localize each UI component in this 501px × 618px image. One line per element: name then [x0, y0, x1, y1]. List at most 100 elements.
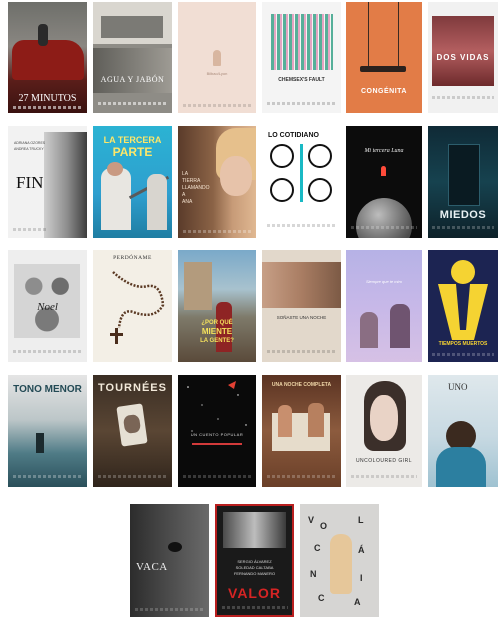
poster-agua-y-jabon[interactable]: AGUA Y JABÓN [93, 2, 172, 113]
couple-photo [262, 262, 341, 308]
poster-vaca[interactable]: VACA [130, 504, 209, 617]
poster-volcanica[interactable]: V O L C Á N I C A [300, 504, 379, 617]
title-letter-3: L [358, 515, 364, 525]
small-figure [213, 50, 221, 66]
rocket-icon [381, 166, 386, 176]
title-line2: MIENTE [201, 327, 233, 336]
face-icon-1 [270, 144, 294, 168]
figure-right [308, 403, 324, 437]
credits-block [432, 226, 494, 229]
poster-title-line2: PARTE [112, 145, 153, 159]
poster-title: VACA [136, 561, 168, 573]
woman-face [220, 156, 252, 196]
poster-photo [432, 16, 494, 86]
poster-title: AGUA Y JABÓN [100, 75, 165, 84]
credits-block [12, 106, 83, 109]
swing-rope-right [398, 2, 399, 66]
poster-congenita[interactable]: CONGÉNITA [346, 2, 422, 113]
poster-title: UNA NOCHE COMPLETA [271, 382, 332, 388]
title-letter-8: C [318, 593, 325, 603]
woman-figure [330, 534, 352, 594]
poster-lo-cotidiano[interactable]: LO COTIDIANO [262, 126, 341, 238]
poster-una-noche-completa[interactable]: UNA NOCHE COMPLETA [262, 375, 341, 487]
cast-name-1: ADRIANA OZORES [14, 141, 46, 145]
credits-block [182, 104, 252, 107]
poster-siempre-que-te-miro[interactable]: Siempre que te miro [346, 250, 422, 362]
poster-por-que-miente-la-gente[interactable]: ¿POR QUÉ MIENTE LA GENTE? [178, 250, 256, 362]
credits-block [266, 475, 337, 478]
church-tower [184, 262, 212, 310]
poster-title: Mi tercera Luna [364, 148, 404, 154]
poster-chemsexs-fault[interactable]: CHEMSEX'S FAULT [262, 2, 341, 113]
credits-block [97, 102, 168, 105]
poster-miedos[interactable]: MIEDOS [428, 126, 498, 238]
poster-title: 27 MINUTOS [18, 93, 77, 104]
title-letter-9: A [354, 597, 361, 607]
credits-block [134, 608, 205, 611]
poster-fin[interactable]: ADRIANA OZORES ANDREA TRUCKY FIN [8, 126, 87, 238]
poster-perdoname[interactable]: PERDÓNAME [93, 250, 172, 362]
poster-title: CONGÉNITA [361, 88, 407, 95]
poster-title: VALOR [228, 585, 281, 601]
red-car [12, 40, 84, 80]
pattern-grid-overlay [271, 14, 333, 70]
credits-block [182, 230, 252, 233]
credits-block [266, 102, 337, 105]
poster-la-tercera-parte[interactable]: LA TERCERA PARTE [93, 126, 172, 238]
title-letter-4: C [314, 543, 321, 553]
dark-doorway [448, 144, 480, 206]
credits-block [182, 475, 252, 478]
rosary-icon [110, 271, 165, 344]
credits-block [266, 224, 337, 227]
poster-tournees[interactable]: TOURNÉES [93, 375, 172, 487]
poster-title-line1: LA TERCERA [103, 135, 162, 145]
poster-mi-tercera-luna[interactable]: Mi tercera Luna [346, 126, 422, 238]
credits-block [12, 350, 83, 353]
poster-bilbao-lyon[interactable]: Bilbao/Lyon [178, 2, 256, 113]
swing-seat [360, 66, 406, 72]
cast-name-2: ANDREA TRUCKY [14, 147, 44, 151]
poster-title: TONO MENOR [13, 384, 82, 395]
poster-title: TOURNÉES [98, 382, 167, 394]
poster-title: DOS VIDAS [436, 53, 490, 62]
poster-dos-vidas[interactable]: DOS VIDAS [428, 2, 498, 113]
cast-name-2: SOLEDAD CALTABA [235, 565, 274, 570]
credits-block [12, 475, 83, 478]
poster-sonaste-una-noche[interactable]: SOÑASTE UNA NOCHE [262, 250, 341, 362]
second-figure [147, 174, 167, 230]
poster-uno[interactable]: UNO [428, 375, 498, 487]
face-icon-4 [308, 178, 332, 202]
title-line4: A [182, 192, 186, 198]
woman-face [370, 395, 398, 441]
poster-title: Noel [37, 301, 58, 313]
poster-title: UNCOLOURED GIRL [355, 458, 413, 464]
poster-noel[interactable]: Noel [8, 250, 87, 362]
poster-tono-menor[interactable]: TONO MENOR [8, 375, 87, 487]
woman-portrait [44, 132, 87, 238]
title-letter-5: Á [358, 545, 365, 555]
credits-block [266, 350, 337, 353]
poster-uncoloured-girl[interactable]: UNCOLOURED GIRL [346, 375, 422, 487]
poster-valor[interactable]: SERGIO ÁLVAREZ SOLEDAD CALTABA FERNANDO … [215, 504, 294, 617]
cast-name-3: FERNANDO MANERO [233, 571, 276, 576]
poster-la-tierra-llamando-a-ana[interactable]: LA TIERRA LLAMANDO A ANA [178, 126, 256, 238]
poster-un-cuento-popular[interactable]: UN CUENTO POPULAR [178, 375, 256, 487]
poster-title: Bilbao/Lyon [206, 71, 228, 76]
title-line5: ANA [182, 199, 193, 205]
figure-right [390, 304, 410, 348]
credits-block [432, 353, 494, 356]
poster-27-minutos[interactable]: 27 MINUTOS [8, 2, 87, 113]
poster-tiempos-muertos[interactable]: TIEMPOS MUERTOS [428, 250, 498, 362]
poster-title: CHEMSEX'S FAULT [278, 77, 325, 83]
cyan-divider [300, 144, 303, 202]
title-letter-7: I [360, 573, 363, 583]
poster-title: Siempre que te miro [365, 279, 402, 284]
man-white-coat [101, 168, 131, 230]
credits-block [221, 606, 288, 609]
title-line1: LA [182, 171, 189, 177]
credits-block [12, 228, 48, 231]
poster-title: MIEDOS [439, 209, 487, 221]
swing-rope-left [368, 2, 369, 66]
title-line3: LA GENTE? [200, 338, 234, 344]
poster-title: UN CUENTO POPULAR [190, 432, 244, 437]
